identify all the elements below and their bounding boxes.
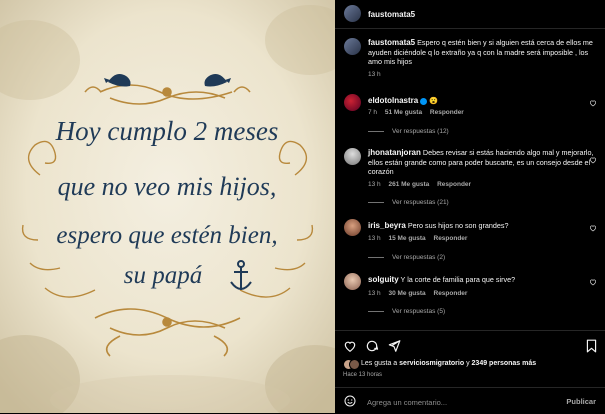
reply-button[interactable]: Responder (434, 235, 468, 242)
reply-button[interactable]: Responder (430, 109, 464, 116)
liker-username[interactable]: serviciosmigratorio (399, 360, 464, 367)
caption-time: 13 h (368, 71, 381, 78)
like-comment-icon[interactable] (589, 224, 597, 232)
comment-text: 😮 (429, 96, 439, 105)
commenter-avatar[interactable] (344, 148, 361, 165)
comment-username[interactable]: solguity (368, 275, 399, 284)
comment-time: 13 h (368, 181, 381, 188)
like-comment-icon[interactable] (589, 99, 597, 107)
comment-likes[interactable]: 261 Me gusta (388, 181, 429, 188)
author-avatar[interactable] (344, 5, 361, 22)
save-icon[interactable] (585, 339, 598, 353)
view-replies-button[interactable]: Ver respuestas (5) (368, 308, 445, 315)
reply-button[interactable]: Responder (434, 290, 468, 297)
comment-username[interactable]: eldotolnastra (368, 96, 418, 105)
comment-text: Pero sus hijos no son grandes? (407, 221, 509, 230)
comment-username[interactable]: jhonatanjoran (368, 148, 421, 157)
add-comment-bar: Publicar (335, 387, 605, 414)
post-details-panel: faustomata5 faustomata5 Espero q estén b… (335, 0, 605, 413)
author-username[interactable]: faustomata5 (368, 10, 415, 19)
post-media-panel: Hoy cumplo 2 meses que no veo mis hijos,… (0, 0, 335, 413)
like-icon[interactable] (343, 339, 357, 353)
comment-likes[interactable]: 30 Me gusta (388, 290, 425, 297)
like-comment-icon[interactable] (589, 278, 597, 286)
emoji-icon[interactable] (344, 395, 356, 407)
comment-time: 13 h (368, 235, 381, 242)
comment-username[interactable]: iris_beyra (368, 221, 406, 230)
share-icon[interactable] (387, 339, 401, 353)
comment-likes[interactable]: 15 Me gusta (388, 235, 425, 242)
like-comment-icon[interactable] (589, 156, 597, 164)
poster-line-3: espero que estén bien, (56, 222, 277, 249)
view-replies-button[interactable]: Ver respuestas (21) (368, 199, 449, 206)
poster-line-2: que no veo mis hijos, (58, 172, 277, 201)
caption-avatar[interactable] (344, 38, 361, 55)
likes-summary: Les gusta a serviciosmigratorio y 2349 p… (343, 359, 537, 370)
liker-avatars[interactable] (343, 359, 360, 370)
comment-icon[interactable] (365, 339, 379, 353)
caption-username[interactable]: faustomata5 (368, 38, 415, 47)
likes-middle: y (466, 360, 470, 368)
reply-button[interactable]: Responder (437, 181, 471, 188)
likes-count[interactable]: 2349 personas más (472, 360, 537, 367)
comment-text: Y la corte de familia para que sirve? (400, 275, 516, 284)
comment-time: 13 h (368, 290, 381, 297)
comment-input[interactable] (365, 394, 549, 410)
comment-likes[interactable]: 51 Me gusta (385, 109, 422, 116)
view-replies-button[interactable]: Ver respuestas (2) (368, 254, 445, 261)
commenter-avatar[interactable] (344, 273, 361, 290)
poster-line-4: su papá (124, 262, 202, 289)
publish-button[interactable]: Publicar (566, 397, 596, 406)
post-header: faustomata5 (335, 0, 605, 29)
post-image[interactable]: Hoy cumplo 2 meses que no veo mis hijos,… (0, 0, 335, 413)
poster-line-1: Hoy cumplo 2 meses (55, 116, 279, 146)
commenter-avatar[interactable] (344, 94, 361, 111)
verified-badge-icon (420, 97, 428, 105)
likes-prefix: Les gusta a (361, 360, 398, 368)
comment-time: 7 h (368, 109, 378, 116)
commenter-avatar[interactable] (344, 219, 361, 236)
view-replies-button[interactable]: Ver respuestas (12) (368, 128, 449, 135)
post-time: Hace 13 horas (343, 372, 383, 378)
